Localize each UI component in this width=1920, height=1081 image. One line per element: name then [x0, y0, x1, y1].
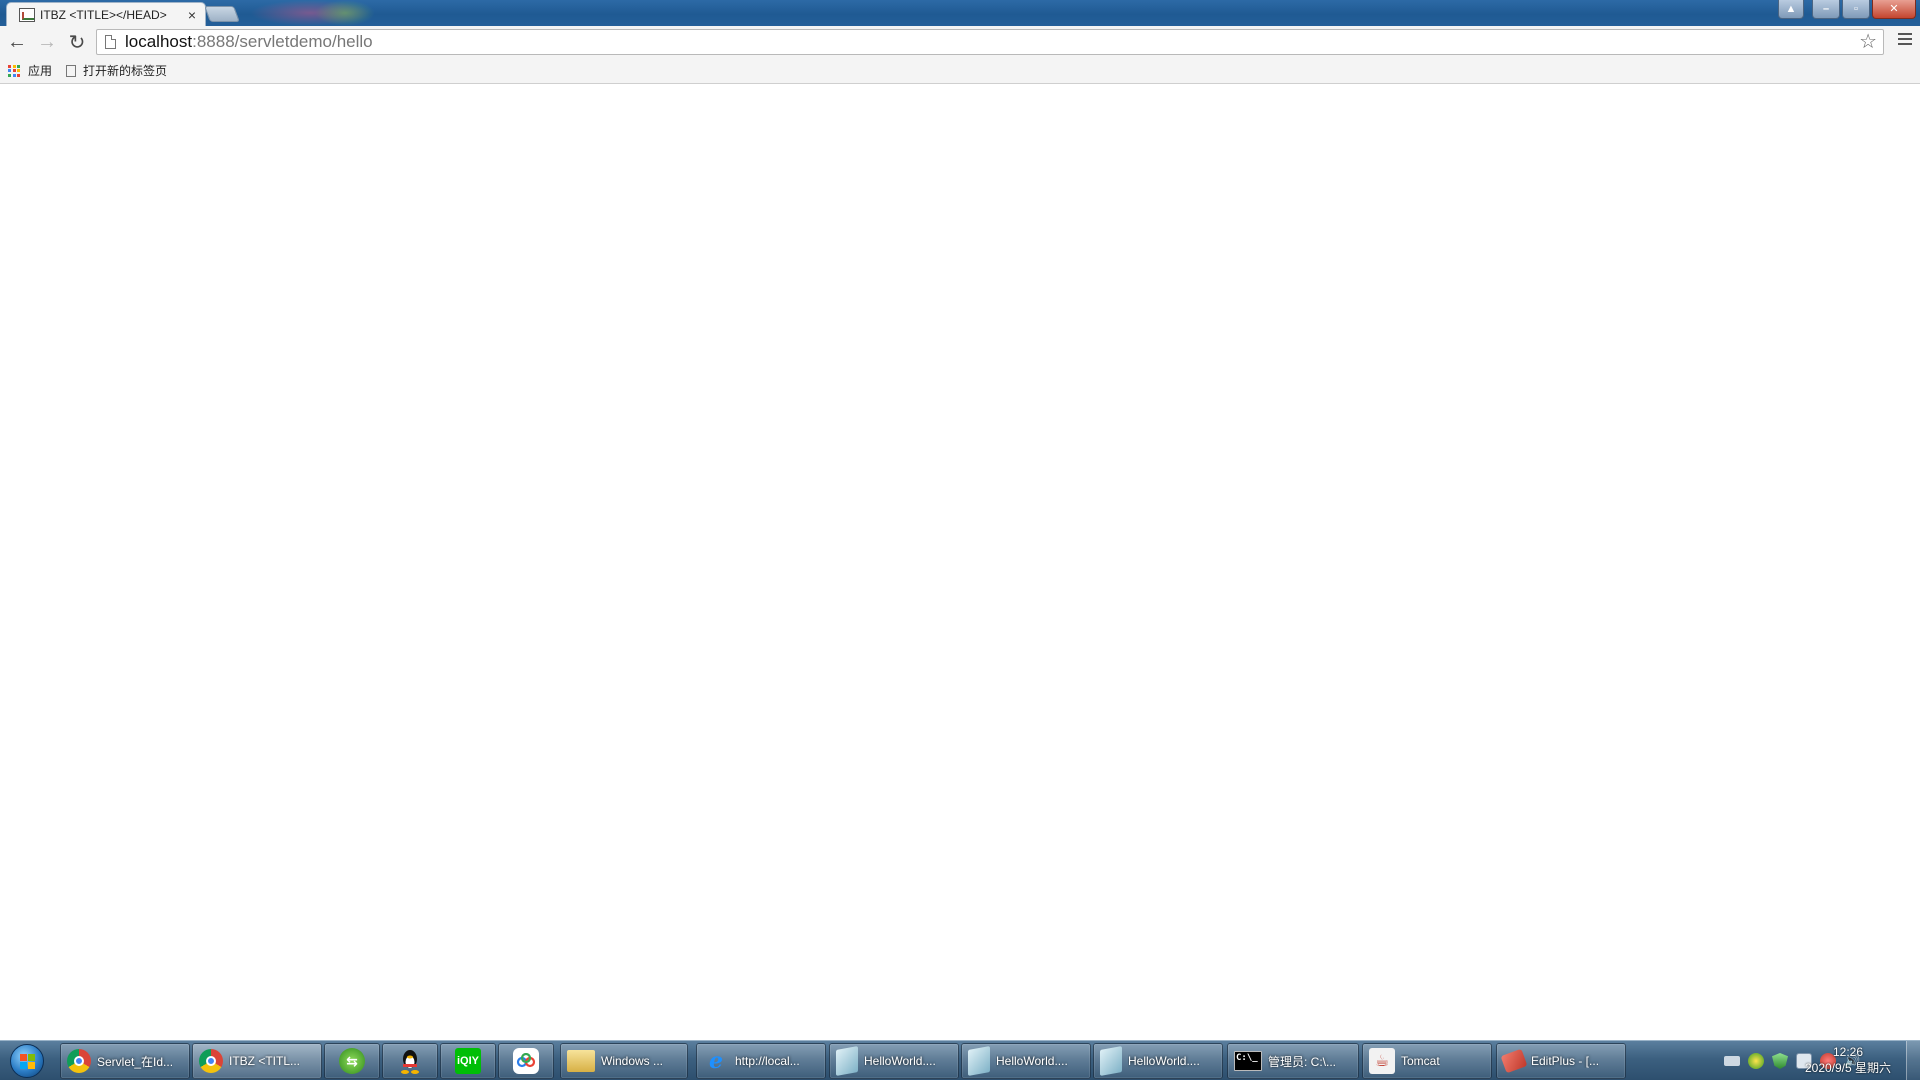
taskbar-item-tomcat[interactable]: ☕ Tomcat	[1362, 1043, 1492, 1079]
iqiyi-icon: iQIY	[455, 1048, 481, 1074]
bookmarks-bar: 应用 打开新的标签页	[0, 58, 1920, 84]
page-icon	[105, 35, 116, 49]
menu-hamburger-icon[interactable]	[1898, 33, 1912, 47]
forward-arrow-icon[interactable]: →	[34, 29, 60, 55]
folder-icon	[567, 1050, 595, 1072]
green-arrow-icon: ⇆	[339, 1048, 365, 1074]
url-host: localhost	[125, 32, 193, 51]
bookmark-label: 应用	[28, 64, 53, 78]
shield-icon[interactable]	[1772, 1053, 1788, 1069]
baidu-netdisk-icon	[513, 1048, 539, 1074]
page-icon	[66, 64, 77, 77]
taskbar-item-iqiyi[interactable]: iQIY	[440, 1043, 496, 1079]
page-content	[0, 85, 1920, 1040]
taskbar-item-label: HelloWorld....	[996, 1054, 1068, 1068]
taskbar-item-helloworld-3[interactable]: HelloWorld....	[1093, 1043, 1223, 1079]
clock-time: 12:26	[1832, 1045, 1864, 1059]
taskbar-item-ie[interactable]: e http://local...	[696, 1043, 826, 1079]
back-arrow-icon[interactable]: ←	[4, 29, 30, 55]
taskbar-item-helloworld-2[interactable]: HelloWorld....	[961, 1043, 1091, 1079]
close-window-button[interactable]: ✕	[1872, 0, 1916, 19]
image-favicon-icon	[19, 7, 35, 22]
titlebar-decoration	[315, 0, 375, 26]
cmd-icon: C:\_	[1234, 1051, 1262, 1071]
tab-active[interactable]: ITBZ <TITLE></HEAD> ×	[6, 2, 206, 26]
close-tab-icon[interactable]: ×	[185, 7, 199, 23]
document-icon	[968, 1046, 990, 1076]
window-controls: ▲ – ▫ ✕	[1776, 0, 1916, 20]
taskbar-item-label: 管理员: C:\...	[1268, 1054, 1337, 1069]
taskbar-item-label: Tomcat	[1401, 1054, 1440, 1068]
taskbar-item-label: Servlet_在Id...	[97, 1054, 174, 1069]
taskbar-item-label: HelloWorld....	[1128, 1054, 1200, 1068]
taskbar-item-chrome-itbz[interactable]: ITBZ <TITL...	[192, 1043, 322, 1079]
taskbar-item-label: Windows ...	[601, 1054, 664, 1068]
taskbar-item-label: EditPlus - [...	[1531, 1054, 1600, 1068]
apps-grid-icon	[8, 64, 20, 77]
editplus-icon	[1500, 1048, 1528, 1074]
windows-logo-icon	[10, 1044, 44, 1078]
url-path: :8888/servletdemo/hello	[192, 32, 373, 51]
tab-title: ITBZ <TITLE></HEAD>	[40, 7, 167, 22]
start-button[interactable]	[4, 1042, 50, 1080]
chrome-icon	[67, 1049, 91, 1073]
taskbar-item-label: HelloWorld....	[864, 1054, 936, 1068]
qq-penguin-icon	[397, 1048, 423, 1074]
bookmark-new-tab[interactable]: 打开新的标签页	[66, 62, 167, 79]
taskbar-item-label: ITBZ <TITL...	[229, 1054, 301, 1068]
taskbar-item-windows-explorer[interactable]: Windows ...	[560, 1043, 688, 1079]
user-profile-icon[interactable]: ▲	[1778, 0, 1804, 19]
system-clock[interactable]: 12:26 2020/9/5 星期六	[1798, 1044, 1898, 1076]
bookmark-star-icon[interactable]: ☆	[1859, 31, 1877, 53]
document-icon	[836, 1046, 858, 1076]
taskbar-item-qq[interactable]	[382, 1043, 438, 1079]
browser-titlebar: ITBZ <TITLE></HEAD> × ▲ – ▫ ✕	[0, 0, 1920, 26]
clock-date: 2020/9/5 星期六	[1804, 1061, 1892, 1075]
java-icon: ☕	[1369, 1048, 1395, 1074]
taskbar-item-helloworld-1[interactable]: HelloWorld....	[829, 1043, 959, 1079]
document-icon	[1100, 1046, 1122, 1076]
minimize-button[interactable]: –	[1812, 0, 1840, 19]
taskbar-item-baidu-netdisk[interactable]	[498, 1043, 554, 1079]
chrome-icon	[199, 1049, 223, 1073]
bookmark-apps[interactable]: 应用	[8, 62, 52, 79]
show-desktop-button[interactable]	[1906, 1041, 1920, 1081]
ie-icon: e	[709, 1048, 723, 1074]
maximize-button[interactable]: ▫	[1842, 0, 1870, 19]
address-bar[interactable]: localhost:8888/servletdemo/hello ☆	[96, 29, 1884, 55]
security-shield-icon[interactable]	[1748, 1053, 1764, 1069]
taskbar-item-chrome-servlet[interactable]: Servlet_在Id...	[60, 1043, 190, 1079]
taskbar-item-green-arrow[interactable]: ⇆	[324, 1043, 380, 1079]
new-tab-button[interactable]	[204, 6, 240, 22]
taskbar-item-label: http://local...	[735, 1054, 800, 1068]
taskbar-item-cmd[interactable]: C:\_ 管理员: C:\...	[1227, 1043, 1359, 1079]
reload-icon[interactable]: ↻	[64, 29, 90, 55]
keyboard-icon[interactable]	[1724, 1056, 1740, 1066]
browser-toolbar: ← → ↻ localhost:8888/servletdemo/hello ☆	[0, 26, 1920, 58]
windows-taskbar: Servlet_在Id... ITBZ <TITL... ⇆ iQIY Wind…	[0, 1040, 1920, 1081]
taskbar-item-editplus[interactable]: EditPlus - [...	[1496, 1043, 1626, 1079]
bookmark-label: 打开新的标签页	[83, 64, 168, 78]
